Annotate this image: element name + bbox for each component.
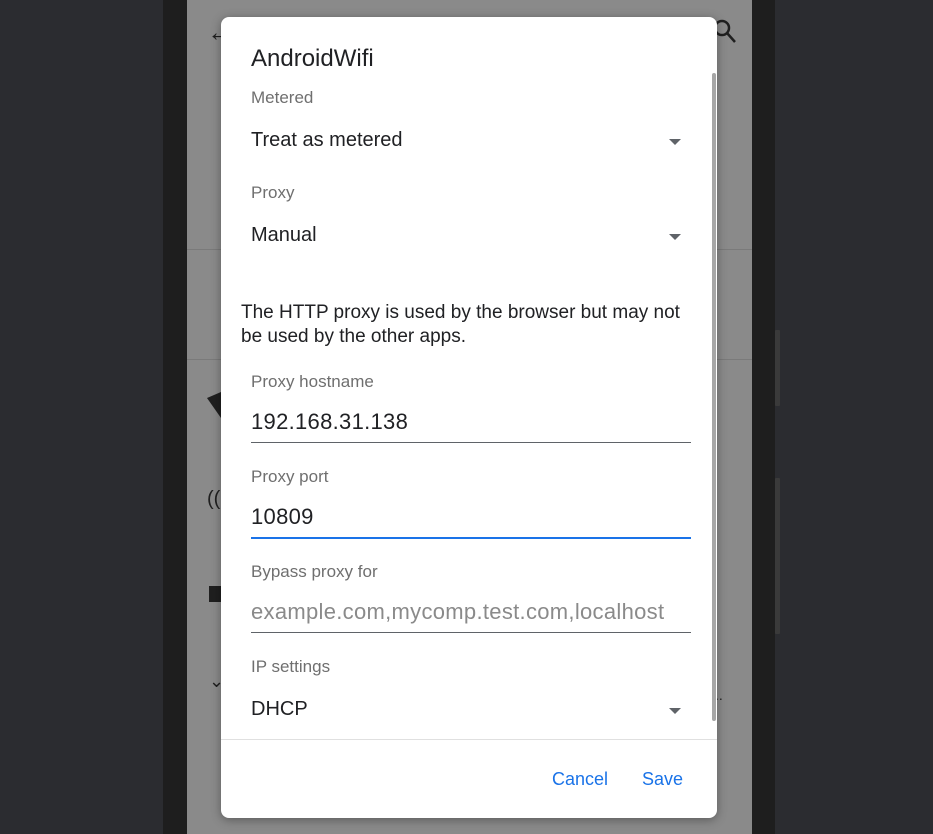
save-button[interactable]: Save bbox=[642, 769, 683, 790]
metered-dropdown[interactable]: Treat as metered bbox=[251, 129, 681, 163]
dropdown-arrow-icon bbox=[669, 234, 681, 240]
proxy-port-label: Proxy port bbox=[251, 467, 329, 486]
volume-button bbox=[775, 330, 780, 406]
ip-settings-value: DHCP bbox=[251, 698, 308, 720]
metered-label: Metered bbox=[251, 88, 314, 107]
dropdown-arrow-icon bbox=[669, 139, 681, 145]
dialog-title: AndroidWifi bbox=[251, 45, 374, 72]
cancel-button[interactable]: Cancel bbox=[552, 769, 608, 790]
bypass-proxy-input[interactable] bbox=[251, 592, 691, 633]
ip-settings-label: IP settings bbox=[251, 657, 331, 676]
wifi-icon bbox=[207, 392, 221, 422]
proxy-hostname-label: Proxy hostname bbox=[251, 372, 374, 391]
proxy-hostname-input[interactable] bbox=[251, 402, 691, 443]
ip-settings-dropdown[interactable]: DHCP bbox=[251, 698, 681, 732]
dropdown-arrow-icon bbox=[669, 708, 681, 714]
power-button bbox=[775, 478, 780, 634]
proxy-value: Manual bbox=[251, 224, 317, 246]
lock-icon bbox=[209, 578, 221, 606]
hotspot-icon: (( bbox=[207, 488, 221, 510]
footer-divider bbox=[221, 739, 717, 740]
proxy-port-input[interactable] bbox=[251, 497, 691, 539]
wifi-settings-dialog: AndroidWifi Metered Treat as metered Pro… bbox=[221, 17, 717, 818]
proxy-label: Proxy bbox=[251, 183, 295, 202]
bypass-proxy-label: Bypass proxy for bbox=[251, 562, 378, 581]
metered-value: Treat as metered bbox=[251, 129, 403, 151]
scrollbar[interactable] bbox=[712, 73, 716, 721]
proxy-warning-text: The HTTP proxy is used by the browser bu… bbox=[241, 302, 680, 347]
proxy-dropdown[interactable]: Manual bbox=[251, 224, 681, 258]
